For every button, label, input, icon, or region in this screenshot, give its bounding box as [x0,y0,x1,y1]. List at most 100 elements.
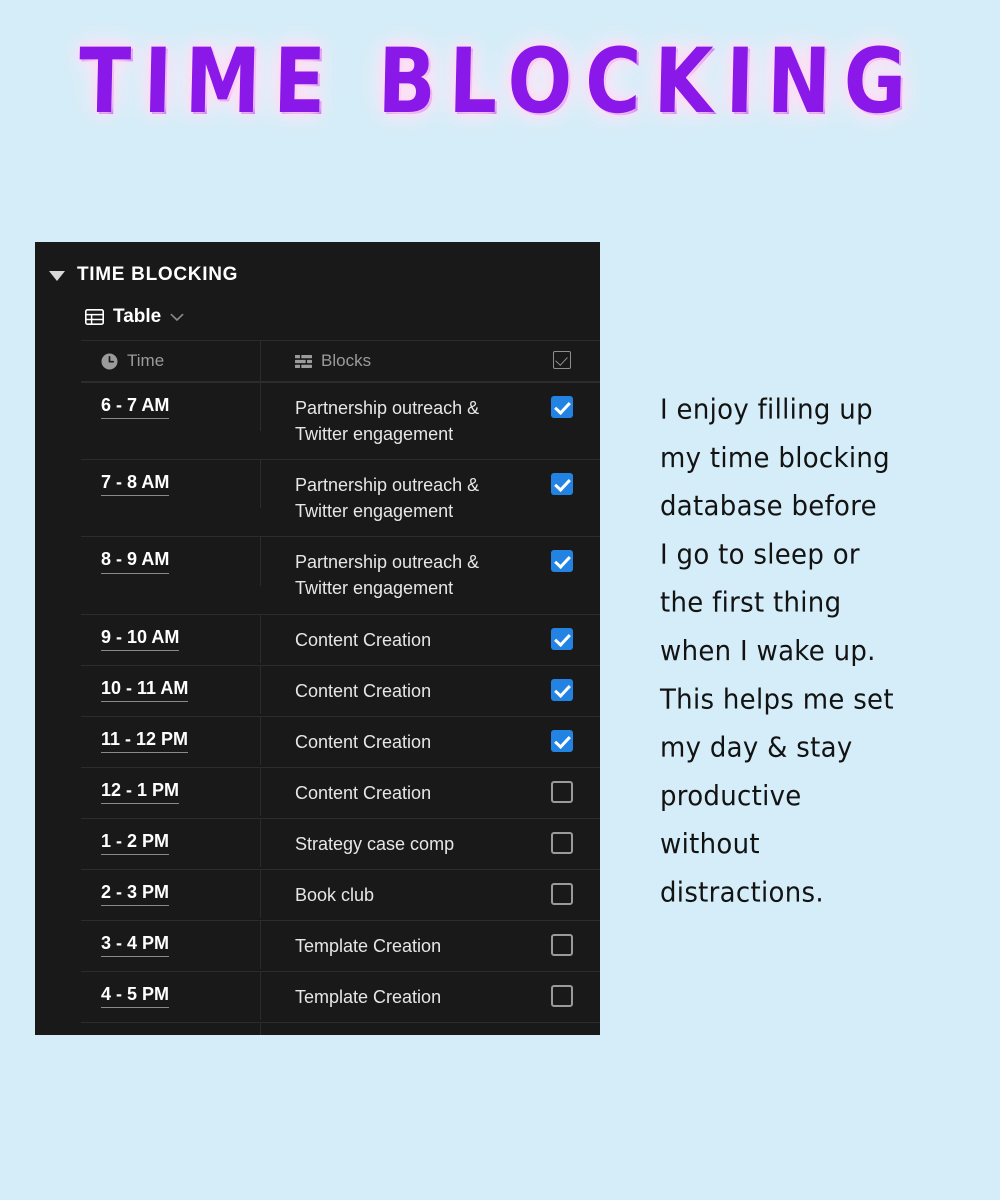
cell-time[interactable]: 3 - 4 PM [81,921,261,970]
cell-time[interactable]: 11 - 12 PM [81,716,261,765]
cell-time[interactable]: 1 - 2 PM [81,818,261,868]
cell-time[interactable]: 5 - 6 PM [81,1023,261,1035]
checkbox-checked-icon[interactable] [551,678,573,701]
checkbox-unchecked-icon[interactable] [551,985,573,1008]
table-row[interactable]: 11 - 12 PM Content Creation [81,715,600,767]
cell-time[interactable]: 8 - 9 AM [81,537,261,586]
note-line: database before [660,491,877,523]
cell-blocks[interactable]: Book club [261,870,524,920]
note-line: when I wake up. [660,635,876,668]
cell-checkbox[interactable] [524,460,600,507]
cell-time[interactable]: 7 - 8 AM [81,460,261,509]
page-root: TIME BLOCKING TIME BLOCKING Table Time B… [0,0,1000,1200]
cell-blocks[interactable]: Content Creation [261,666,524,716]
table-row[interactable]: 8 - 9 AM Partnership outreach & Twitter e… [81,536,600,613]
table-body: 6 - 7 AM Partnership outreach & Twitter e… [35,382,600,1035]
checkbox-checked-icon[interactable] [551,627,573,650]
cell-checkbox[interactable] [524,768,600,815]
handwritten-note: I enjoy filling up my time blocking databa… [660,386,938,917]
table-icon [85,309,104,325]
cell-blocks[interactable]: Strategy case comp [261,819,524,869]
table-row[interactable]: 7 - 8 AM Partnership outreach & Twitter e… [81,459,600,536]
checkbox-checked-icon[interactable] [551,396,573,418]
note-line: the first thing [660,587,842,620]
time-value[interactable]: 10 - 11 AM [101,678,189,702]
cell-checkbox[interactable] [524,1023,600,1035]
blocks-value: Content Creation [295,782,432,803]
column-header-blocks-label: Blocks [321,351,372,370]
cell-checkbox[interactable] [524,717,600,764]
cell-checkbox[interactable] [524,870,600,917]
cell-blocks[interactable]: Template Creation [261,972,524,1022]
multi-select-icon [295,354,312,368]
cell-blocks[interactable]: Partnership outreach & Twitter engagemen… [261,383,524,459]
table-row[interactable]: 2 - 3 PM Book club [81,869,600,920]
cell-time[interactable]: 10 - 11 AM [81,665,261,714]
checkbox-unchecked-icon[interactable] [551,780,573,803]
time-value[interactable]: 3 - 4 PM [101,933,170,958]
column-header-time[interactable]: Time [81,341,261,381]
cell-checkbox[interactable] [524,819,600,866]
cell-checkbox[interactable] [524,615,600,662]
table-row[interactable]: 9 - 10 AM Content Creation [81,613,600,665]
view-tab-table[interactable]: Table [35,294,600,340]
blocks-value: Partnership outreach & Twitter engagemen… [295,475,480,522]
time-value[interactable]: 11 - 12 PM [101,729,189,753]
time-value[interactable]: 2 - 3 PM [101,882,170,907]
column-header-checkbox[interactable] [524,341,600,379]
time-value[interactable]: 1 - 2 PM [101,831,170,856]
time-value[interactable]: 8 - 9 AM [101,549,170,574]
cell-time[interactable]: 6 - 7 AM [81,383,261,432]
cell-blocks[interactable]: Content Creation [261,768,524,818]
cell-blocks[interactable]: Template Creation [261,1023,524,1035]
cell-time[interactable]: 4 - 5 PM [81,972,261,1021]
blocks-value: Content Creation [295,731,432,752]
cell-blocks[interactable]: Partnership outreach & Twitter engagemen… [261,460,524,536]
checkbox-unchecked-icon[interactable] [551,883,573,906]
cell-checkbox[interactable] [524,537,600,584]
chevron-down-icon[interactable] [170,313,184,322]
note-line: without [660,829,760,861]
blocks-value: Content Creation [295,629,432,650]
cell-checkbox[interactable] [524,921,600,968]
checkbox-checked-icon[interactable] [551,473,573,496]
time-value[interactable]: 9 - 10 AM [101,627,180,651]
cell-blocks[interactable]: Partnership outreach & Twitter engagemen… [261,537,524,613]
notion-database-panel: TIME BLOCKING Table Time Blocks 6 - 7 AM… [35,242,600,1035]
table-row[interactable]: 10 - 11 AM Content Creation [81,664,600,716]
blocks-value: Strategy case comp [295,833,455,854]
checkbox-checked-icon[interactable] [551,729,573,752]
cell-time[interactable]: 12 - 1 PM [81,767,261,817]
note-line: I enjoy filling up [660,394,873,426]
time-value[interactable]: 12 - 1 PM [101,780,180,805]
time-value[interactable]: 7 - 8 AM [101,472,170,497]
table-row[interactable]: 4 - 5 PM Template Creation [81,971,600,1022]
table-row[interactable]: 1 - 2 PM Strategy case comp [81,817,600,869]
cell-time[interactable]: 9 - 10 AM [81,614,261,663]
triangle-down-icon[interactable] [49,271,65,281]
table-row[interactable]: 6 - 7 AM Partnership outreach & Twitter e… [81,382,600,459]
blocks-value: Template Creation [295,936,442,957]
note-line: my day & stay [660,732,853,765]
cell-blocks[interactable]: Content Creation [261,717,524,767]
cell-blocks[interactable]: Template Creation [261,921,524,971]
database-table: Time Blocks 6 - 7 AM Partnership outreac… [35,340,600,1035]
checkbox-checked-icon[interactable] [551,550,573,573]
database-title: TIME BLOCKING [77,264,239,285]
column-header-blocks[interactable]: Blocks [261,341,524,381]
cell-time[interactable]: 2 - 3 PM [81,870,261,919]
table-row[interactable]: 5 - 6 PMTemplate Creation [81,1022,600,1035]
page-title-container: TIME BLOCKING [0,28,1000,133]
table-row[interactable]: 3 - 4 PM Template Creation [81,920,600,971]
cell-checkbox[interactable] [524,383,600,430]
time-value[interactable]: 6 - 7 AM [101,395,170,420]
table-row[interactable]: 12 - 1 PM Content Creation [81,766,600,818]
cell-checkbox[interactable] [524,666,600,713]
cell-checkbox[interactable] [524,972,600,1019]
table-header-row: Time Blocks [81,340,600,382]
cell-blocks[interactable]: Content Creation [261,615,524,665]
checkbox-unchecked-icon[interactable] [551,934,573,957]
time-value[interactable]: 4 - 5 PM [101,984,170,1009]
blocks-value: Partnership outreach & Twitter engagemen… [295,398,480,445]
checkbox-unchecked-icon[interactable] [551,831,573,854]
